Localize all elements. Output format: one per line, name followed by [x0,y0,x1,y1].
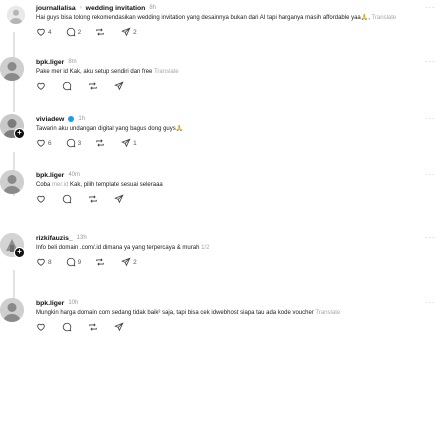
comment-count: 3 [77,139,82,147]
translate-link[interactable]: Translate [371,15,396,21]
share-count: 2 [133,28,137,36]
comment-icon [62,82,72,91]
share-icon [121,257,131,267]
post-text: Tawarin aku undangan digital yang bagus … [36,126,184,132]
avatar[interactable] [0,170,24,194]
post-text: Coba mer.id Kak, pilih template sesuai s… [36,182,163,188]
share-icon [114,322,124,332]
share-icon [121,138,131,148]
verified-badge-icon [68,116,75,122]
like-button[interactable] [36,81,48,91]
translate-link[interactable]: Translate [315,310,340,316]
comment-count: 2 [77,28,82,36]
repost-button[interactable] [88,81,100,91]
username[interactable]: journallalisa [36,5,76,12]
follow-plus-icon[interactable]: + [14,247,25,258]
post-text: Pake mer id Kak, aku setup sendiri dan f… [36,69,179,75]
follow-plus-icon[interactable]: + [14,128,25,139]
repost-button[interactable] [95,257,107,267]
heart-icon [37,259,45,267]
comment-icon [66,139,75,148]
comment-button[interactable]: 9 [66,257,82,267]
comment-button[interactable] [62,81,74,91]
share-button[interactable]: 2 [121,257,137,267]
heart-icon [37,140,45,148]
share-button[interactable] [114,81,126,91]
avatar[interactable]: + [0,233,25,258]
share-button[interactable] [114,194,126,204]
heart-icon [37,324,45,332]
avatar[interactable] [0,57,24,81]
repost-icon [89,323,97,331]
comment-count: 9 [77,258,82,266]
post-time: 10h [68,300,79,306]
comment-icon [62,323,72,332]
comment-button[interactable] [62,194,74,204]
post-text: Hai guys bisa tolong rekomendasikan wedd… [36,15,397,21]
like-button[interactable]: 8 [36,257,52,267]
repost-icon [96,139,104,147]
repost-button[interactable] [95,138,107,148]
comment-icon [66,28,75,37]
repost-button[interactable] [88,194,100,204]
username[interactable]: bpk.liger [36,172,64,179]
share-icon [114,194,124,204]
heart-icon [37,29,45,37]
repost-button[interactable] [88,322,100,332]
repost-icon [96,28,104,36]
more-icon[interactable]: ··· [426,170,436,179]
username[interactable]: bpk.liger [36,300,64,307]
username[interactable]: viviadew [36,116,64,123]
comment-button[interactable]: 2 [66,27,82,37]
more-icon[interactable]: ··· [426,298,436,307]
post-text: Info beli domain .com/.id dimana ya yang… [36,245,210,251]
avatar[interactable]: + [0,114,25,139]
like-button[interactable]: 4 [36,27,52,37]
share-button[interactable]: 2 [121,27,137,37]
chevron-right-icon: › [79,5,82,11]
repost-icon [89,82,97,90]
post-time: 13h [76,235,87,241]
comment-button[interactable]: 3 [66,138,82,148]
post-time: 8m [68,59,77,65]
share-button[interactable]: 1 [121,138,137,148]
translate-link[interactable]: Translate [154,69,179,75]
post-time: 40m [68,172,80,178]
share-count: 1 [133,139,137,147]
heart-icon [37,196,45,204]
comment-button[interactable] [62,322,74,332]
more-icon[interactable]: ··· [426,114,436,123]
like-count: 6 [48,139,52,147]
more-icon[interactable]: ··· [426,57,436,66]
like-count: 8 [48,258,52,266]
share-count: 2 [133,258,137,266]
like-button[interactable]: 6 [36,138,52,148]
like-button[interactable] [36,322,48,332]
post-time: 1h [78,116,86,122]
repost-button[interactable] [95,27,107,37]
heart-icon [37,83,45,91]
page-indicator: 1/2 [201,245,210,251]
comment-icon [66,258,75,267]
topic-tag[interactable]: wedding invitation [86,5,146,12]
avatar[interactable] [0,298,24,322]
share-icon [121,27,131,37]
share-icon [114,81,124,91]
post-link[interactable]: mer.id [52,182,68,188]
username[interactable]: rizkifauzis_ [36,235,73,242]
share-button[interactable] [114,322,126,332]
repost-icon [96,258,104,266]
repost-icon [89,195,97,203]
comment-icon [62,195,72,204]
avatar[interactable] [4,3,28,27]
more-icon[interactable]: ··· [426,3,436,12]
like-count: 4 [48,28,52,36]
post-text: Mungkin harga domain com sedang tidak ba… [36,310,341,316]
username[interactable]: bpk.liger [36,59,64,66]
more-icon[interactable]: ··· [426,233,436,242]
post-time: 8h [149,5,157,11]
like-button[interactable] [36,194,48,204]
